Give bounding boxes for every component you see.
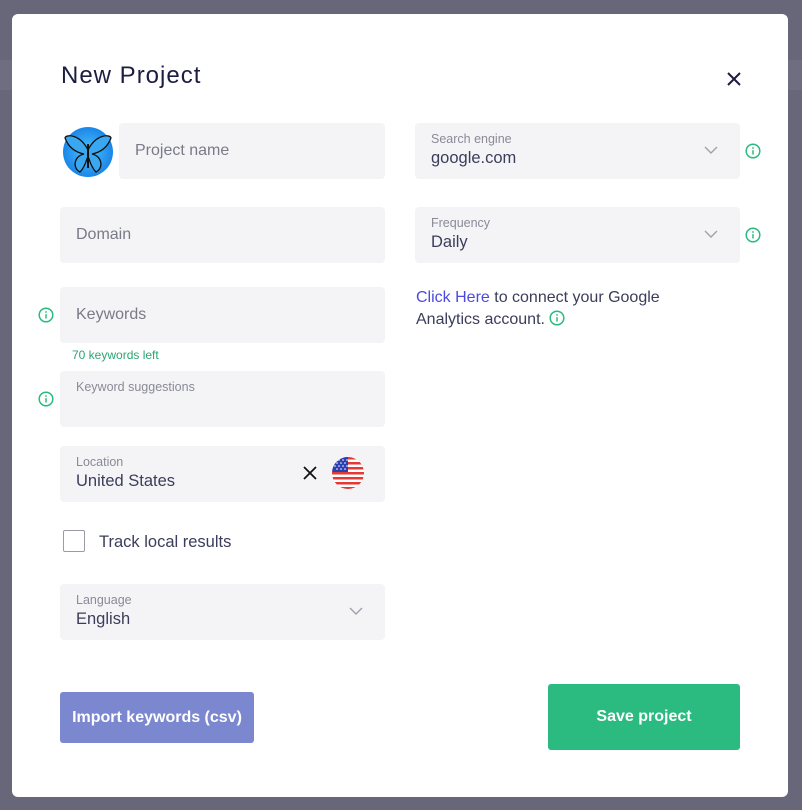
location-label: Location: [76, 455, 124, 469]
new-project-dialog: New Project Project name Domain Keywords…: [12, 14, 788, 797]
frequency-label: Frequency: [431, 216, 491, 230]
keywords-input[interactable]: Keywords: [60, 287, 385, 343]
dialog-title: New Project: [61, 62, 202, 89]
domain-placeholder: Domain: [76, 226, 132, 243]
clear-location-icon[interactable]: [302, 465, 318, 481]
keyword-suggestions-input[interactable]: Keyword suggestions: [60, 371, 385, 427]
language-value: English: [76, 610, 131, 628]
search-engine-label: Search engine: [431, 132, 512, 146]
frequency-select[interactable]: Frequency Daily: [415, 207, 740, 263]
us-flag-icon: [332, 457, 364, 489]
search-engine-info-icon[interactable]: [745, 143, 761, 159]
analytics-info-icon[interactable]: [549, 310, 565, 326]
keywords-remaining: 70 keywords left: [72, 348, 159, 362]
location-value: United States: [76, 472, 176, 490]
keywords-info-icon[interactable]: [38, 307, 54, 323]
search-engine-value: google.com: [431, 149, 517, 167]
language-select[interactable]: Language English: [60, 584, 385, 640]
language-label: Language: [76, 593, 132, 607]
import-keywords-button[interactable]: Import keywords (csv): [60, 692, 254, 743]
project-name-placeholder: Project name: [135, 142, 230, 159]
click-here-link[interactable]: Click Here: [416, 289, 490, 306]
keyword-suggestions-label: Keyword suggestions: [76, 380, 195, 394]
keywords-placeholder: Keywords: [76, 306, 147, 323]
close-icon[interactable]: [724, 69, 744, 89]
project-name-input[interactable]: Project name: [119, 123, 385, 179]
chevron-down-icon: [704, 146, 718, 154]
keyword-suggestions-info-icon[interactable]: [38, 391, 54, 407]
chevron-down-icon: [704, 230, 718, 238]
location-input[interactable]: Location United States: [60, 446, 385, 502]
track-local-checkbox[interactable]: [63, 530, 85, 552]
frequency-value: Daily: [431, 233, 468, 251]
analytics-connect-text: Click Here to connect your Google Analyt…: [416, 287, 716, 331]
domain-input[interactable]: Domain: [60, 207, 385, 263]
search-engine-select[interactable]: Search engine google.com: [415, 123, 740, 179]
save-project-button[interactable]: Save project: [548, 684, 740, 750]
track-local-label[interactable]: Track local results: [99, 533, 231, 552]
frequency-info-icon[interactable]: [745, 227, 761, 243]
chevron-down-icon: [349, 607, 363, 615]
butterfly-icon[interactable]: [62, 126, 114, 178]
